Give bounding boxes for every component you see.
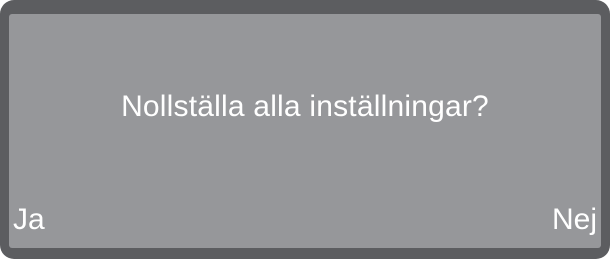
- yes-button[interactable]: Ja: [13, 202, 45, 238]
- no-button[interactable]: Nej: [552, 202, 597, 238]
- display-screen: Nollställa alla inställningar? Ja Nej: [9, 14, 601, 248]
- display-frame: Nollställa alla inställningar? Ja Nej: [0, 0, 610, 259]
- confirm-reset-message: Nollställa alla inställningar?: [121, 90, 489, 123]
